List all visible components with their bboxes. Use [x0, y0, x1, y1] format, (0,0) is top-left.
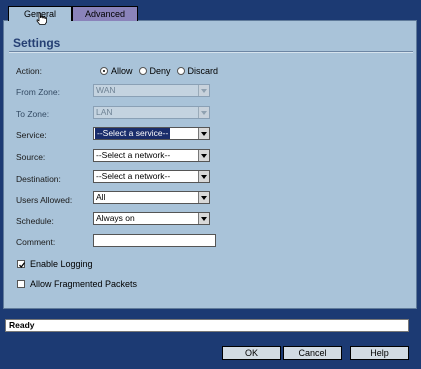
title-divider [9, 51, 413, 53]
schedule-label: Schedule: [16, 216, 54, 226]
to-zone-label: To Zone: [16, 109, 50, 119]
users-allowed-value: All [96, 192, 106, 202]
allow-fragmented-label: Allow Fragmented Packets [30, 279, 138, 289]
hand-pointer-icon [36, 12, 47, 25]
service-value: --Select a service-- [95, 128, 171, 139]
radio-dot-icon [100, 67, 108, 75]
chevron-down-icon [198, 150, 209, 161]
cancel-button[interactable]: Cancel [283, 346, 342, 360]
section-title: Settings [13, 36, 61, 50]
to-zone-value: LAN [96, 107, 113, 117]
action-deny-label: Deny [149, 66, 171, 76]
settings-panel: Settings Action: Allow Deny Discard From… [3, 20, 417, 309]
destination-label: Destination: [16, 174, 61, 184]
action-allow-label: Allow [111, 66, 133, 76]
allow-fragmented-checkbox[interactable]: Allow Fragmented Packets [17, 279, 137, 289]
users-allowed-label: Users Allowed: [16, 195, 73, 205]
chevron-down-icon [198, 192, 209, 203]
action-radio-group: Allow Deny Discard [100, 65, 224, 77]
source-value: --Select a network-- [96, 150, 171, 160]
chevron-down-icon [198, 213, 209, 224]
action-allow-radio[interactable]: Allow [100, 66, 133, 76]
checkbox-box [17, 260, 26, 269]
comment-label: Comment: [16, 237, 56, 247]
schedule-select[interactable]: Always on [93, 212, 210, 225]
to-zone-select[interactable]: LAN [93, 106, 210, 119]
radio-dot-icon [176, 67, 185, 75]
chevron-down-icon [198, 85, 209, 96]
chevron-down-icon [198, 171, 209, 182]
action-discard-label: Discard [187, 66, 219, 76]
from-zone-value: WAN [96, 85, 116, 95]
service-label: Service: [16, 130, 47, 140]
source-select[interactable]: --Select a network-- [93, 149, 210, 162]
from-zone-select[interactable]: WAN [93, 84, 210, 97]
destination-value: --Select a network-- [96, 171, 171, 181]
checkmark-icon [19, 262, 26, 269]
destination-select[interactable]: --Select a network-- [93, 170, 210, 183]
chevron-down-icon [198, 107, 209, 118]
ok-button[interactable]: OK [222, 346, 281, 360]
tab-advanced[interactable]: Advanced [72, 6, 138, 21]
comment-input[interactable] [93, 234, 216, 247]
status-bar: Ready [5, 319, 409, 332]
schedule-value: Always on [96, 213, 135, 223]
from-zone-label: From Zone: [16, 87, 60, 97]
action-discard-radio[interactable]: Discard [176, 66, 219, 76]
enable-logging-label: Enable Logging [30, 259, 93, 269]
radio-dot-icon [138, 67, 147, 75]
enable-logging-checkbox[interactable]: Enable Logging [17, 259, 93, 269]
action-deny-radio[interactable]: Deny [138, 66, 171, 76]
users-allowed-select[interactable]: All [93, 191, 210, 204]
source-label: Source: [16, 152, 46, 162]
action-label: Action: [16, 66, 42, 76]
checkbox-box [17, 280, 25, 288]
service-select[interactable]: --Select a service-- [93, 127, 210, 140]
help-button[interactable]: Help [350, 346, 409, 360]
chevron-down-icon [198, 128, 209, 139]
